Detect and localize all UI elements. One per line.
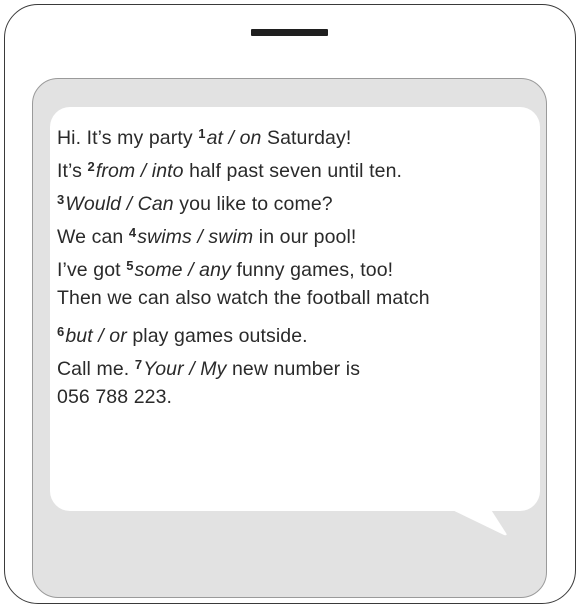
- message-line: Hi. It’s my party 1at / on Saturday!: [57, 117, 537, 150]
- answer-options: but / or: [65, 325, 127, 347]
- message-text: Hi. It’s my party: [57, 127, 199, 149]
- answer-options: swims / swim: [137, 226, 254, 248]
- gap-number: 6: [57, 324, 65, 339]
- gap-number: 4: [128, 225, 137, 240]
- message-text: funny games, too!: [230, 259, 394, 281]
- message-text: half past seven until ten.: [183, 160, 403, 182]
- message-line: 056 788 223.: [57, 381, 537, 414]
- gap-number: 5: [126, 258, 134, 273]
- message-line: We can 4swims / swim in our pool!: [57, 216, 537, 249]
- gap-number: 1: [198, 126, 206, 141]
- message-text: Call me.: [57, 358, 135, 380]
- message-text: 056 788 223.: [57, 386, 173, 408]
- answer-options: from / into: [95, 160, 184, 182]
- message-text: play games outside.: [126, 325, 308, 347]
- message-text: you like to come?: [173, 193, 333, 215]
- answer-options: at / on: [206, 127, 262, 149]
- bubble-tail-icon: [442, 505, 507, 536]
- message-line: Call me. 7Your / My new number is: [57, 348, 537, 381]
- message-text: We can: [57, 226, 129, 248]
- message-text: in our pool!: [253, 226, 357, 248]
- answer-options: Would / Can: [65, 193, 174, 215]
- message-text: Saturday!: [261, 127, 352, 149]
- phone-speaker: [251, 29, 328, 36]
- gap-number: 7: [134, 357, 143, 372]
- gap-number: 2: [87, 159, 95, 174]
- message-text: Then we can also watch the football matc…: [57, 287, 430, 309]
- message-line: It’s 2from / into half past seven until …: [57, 150, 537, 183]
- message-text: It’s: [57, 160, 88, 182]
- message-line: 6but / or play games outside.: [57, 315, 537, 348]
- answer-options: some / any: [134, 259, 231, 281]
- message-line: I’ve got 5some / any funny games, too!: [57, 249, 537, 282]
- answer-options: Your / My: [143, 358, 227, 380]
- message-line: Then we can also watch the football matc…: [57, 282, 537, 315]
- message-text: new number is: [226, 358, 361, 380]
- message-text: I’ve got: [57, 259, 127, 281]
- message-line: 3Would / Can you like to come?: [57, 183, 537, 216]
- text-message: Hi. It’s my party 1at / on Saturday! It’s…: [57, 117, 537, 414]
- gap-number: 3: [57, 192, 65, 207]
